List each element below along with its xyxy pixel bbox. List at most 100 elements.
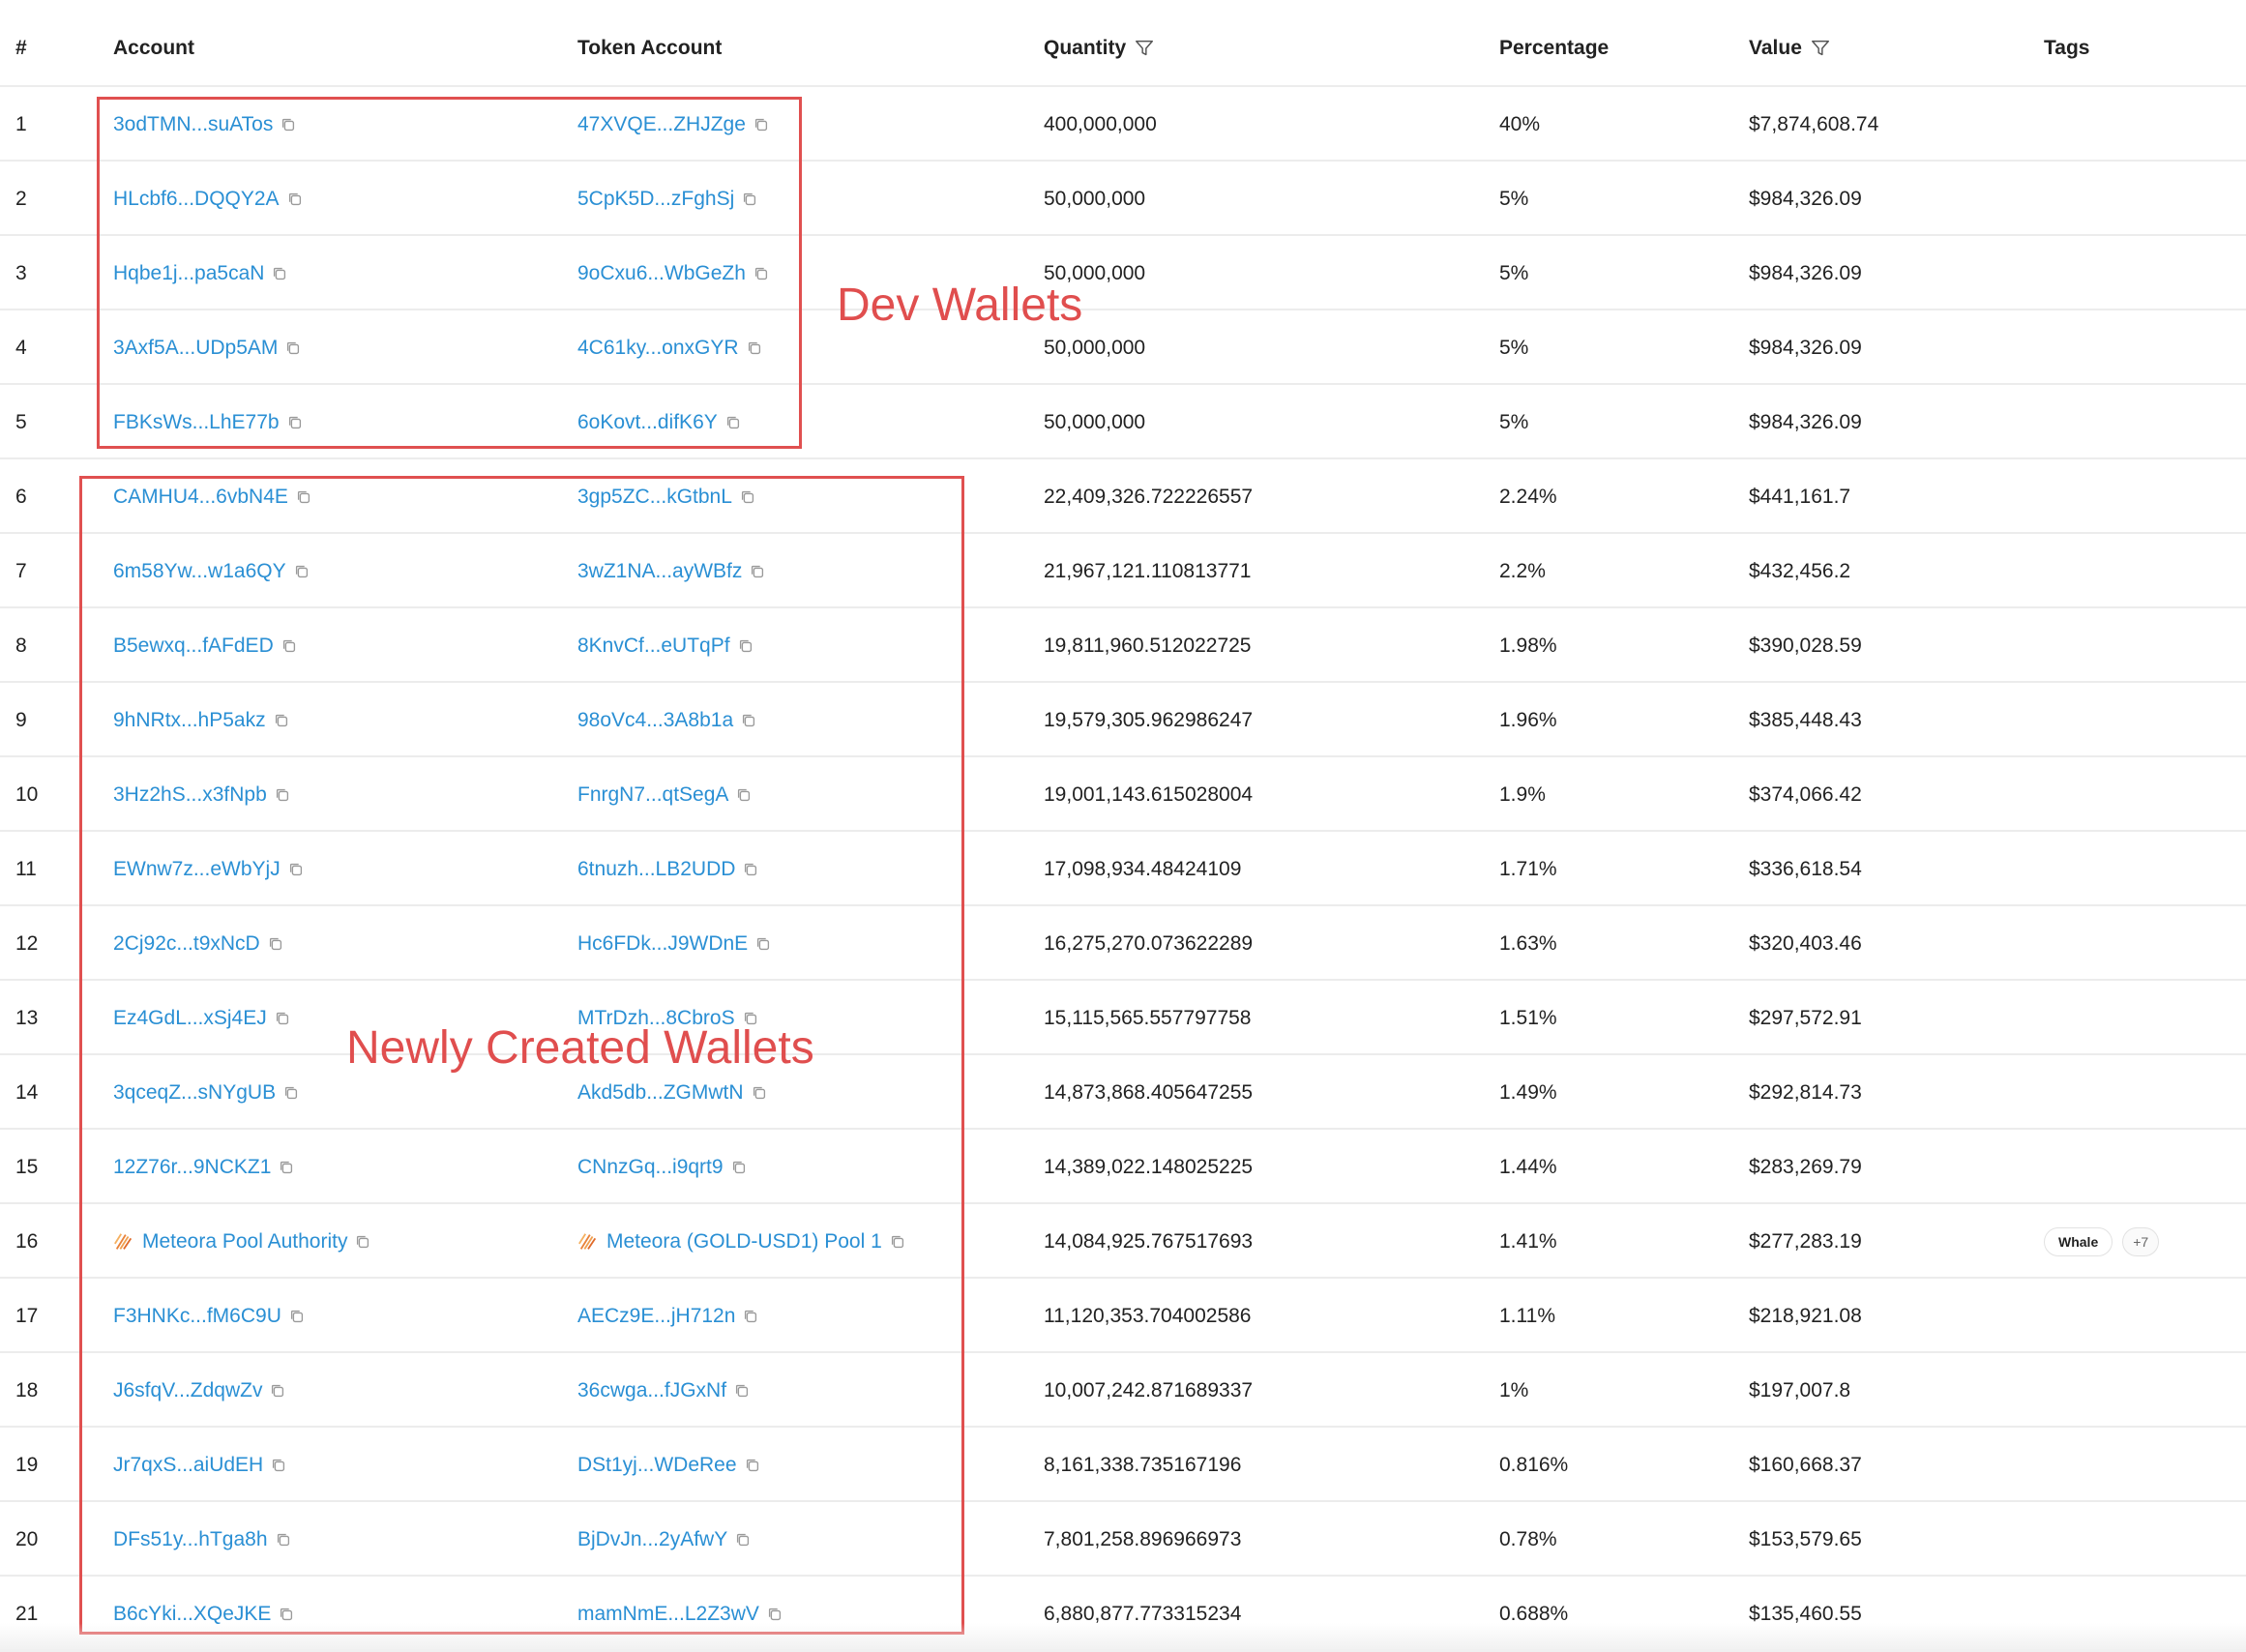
copy-icon[interactable] bbox=[754, 935, 772, 953]
account-link[interactable]: HLcbf6...DQQY2A bbox=[113, 188, 280, 211]
copy-icon[interactable] bbox=[724, 414, 742, 431]
token-account-link[interactable]: 5CpK5D...zFghSj bbox=[577, 188, 734, 211]
copy-icon[interactable] bbox=[269, 1382, 286, 1400]
copy-icon[interactable] bbox=[267, 935, 284, 953]
copy-icon[interactable] bbox=[741, 191, 758, 208]
token-account-link[interactable]: 6oKovt...difK6Y bbox=[577, 411, 718, 434]
account-link[interactable]: DFs51y...hTga8h bbox=[113, 1528, 268, 1551]
percentage-cell: 5% bbox=[1499, 261, 1529, 284]
token-account-link[interactable]: AECz9E...jH712n bbox=[577, 1305, 735, 1328]
token-account-link[interactable]: DSt1yj...WDeRee bbox=[577, 1454, 737, 1477]
token-account-link[interactable]: Meteora (GOLD-USD1) Pool 1 bbox=[606, 1230, 882, 1254]
account-cell: 3Hz2hS...x3fNpb bbox=[113, 757, 291, 832]
account-link[interactable]: 3odTMN...suATos bbox=[113, 113, 273, 136]
copy-icon[interactable] bbox=[730, 1159, 748, 1176]
copy-icon[interactable] bbox=[751, 1084, 768, 1102]
token-account-cell: AECz9E...jH712n bbox=[577, 1279, 759, 1353]
account-link[interactable]: 3Axf5A...UDp5AM bbox=[113, 337, 278, 360]
rank-cell: 12 bbox=[15, 931, 39, 955]
account-link[interactable]: J6sfqV...ZdqwZv bbox=[113, 1379, 262, 1402]
account-link[interactable]: FBKsWs...LhE77b bbox=[113, 411, 280, 434]
copy-icon[interactable] bbox=[293, 563, 310, 580]
account-link[interactable]: 9hNRtx...hP5akz bbox=[113, 709, 266, 732]
copy-icon[interactable] bbox=[740, 712, 757, 729]
account-link[interactable]: B5ewxq...fAFdED bbox=[113, 634, 274, 658]
copy-icon[interactable] bbox=[746, 339, 763, 357]
account-link[interactable]: 2Cj92c...t9xNcD bbox=[113, 932, 260, 956]
copy-icon[interactable] bbox=[733, 1382, 751, 1400]
token-account-link[interactable]: mamNmE...L2Z3wV bbox=[577, 1603, 759, 1626]
percentage-cell: 5% bbox=[1499, 410, 1529, 433]
tag-badge[interactable]: Whale bbox=[2044, 1226, 2113, 1256]
copy-icon[interactable] bbox=[273, 712, 290, 729]
account-link[interactable]: EWnw7z...eWbYjJ bbox=[113, 858, 281, 881]
token-account-link[interactable]: 36cwga...fJGxNf bbox=[577, 1379, 726, 1402]
rank-cell: 14 bbox=[15, 1080, 39, 1104]
copy-icon[interactable] bbox=[753, 265, 770, 282]
account-link[interactable]: Jr7qxS...aiUdEH bbox=[113, 1454, 263, 1477]
col-header-tags: Tags bbox=[2044, 37, 2090, 59]
col-header-quantity[interactable]: Quantity bbox=[1044, 0, 1155, 87]
account-link[interactable]: 3Hz2hS...x3fNpb bbox=[113, 783, 267, 807]
filter-icon[interactable] bbox=[1134, 38, 1155, 59]
copy-icon[interactable] bbox=[735, 786, 753, 804]
copy-icon[interactable] bbox=[734, 1531, 752, 1549]
copy-icon[interactable] bbox=[766, 1606, 783, 1623]
copy-icon[interactable] bbox=[270, 1457, 287, 1474]
account-link[interactable]: 12Z76r...9NCKZ1 bbox=[113, 1156, 271, 1179]
copy-icon[interactable] bbox=[749, 563, 766, 580]
copy-icon[interactable] bbox=[753, 116, 770, 133]
quantity-cell: 19,001,143.615028004 bbox=[1044, 782, 1254, 806]
copy-icon[interactable] bbox=[275, 1531, 292, 1549]
token-account-link[interactable]: 98oVc4...3A8b1a bbox=[577, 709, 733, 732]
token-account-link[interactable]: 47XVQE...ZHJZge bbox=[577, 113, 746, 136]
token-account-link[interactable]: 3wZ1NA...ayWBfz bbox=[577, 560, 742, 583]
token-account-link[interactable]: 8KnvCf...eUTqPf bbox=[577, 634, 730, 658]
account-link[interactable]: Hqbe1j...pa5caN bbox=[113, 262, 264, 285]
account-link[interactable]: 6m58Yw...w1a6QY bbox=[113, 560, 286, 583]
token-account-link[interactable]: 9oCxu6...WbGeZh bbox=[577, 262, 746, 285]
copy-icon[interactable] bbox=[278, 1159, 295, 1176]
copy-icon[interactable] bbox=[282, 1084, 300, 1102]
account-link[interactable]: CAMHU4...6vbN4E bbox=[113, 486, 288, 509]
account-link[interactable]: Meteora Pool Authority bbox=[142, 1230, 347, 1254]
copy-icon[interactable] bbox=[286, 414, 304, 431]
account-link[interactable]: 3qceqZ...sNYgUB bbox=[113, 1081, 276, 1105]
account-cell: 3Axf5A...UDp5AM bbox=[113, 310, 302, 385]
token-account-link[interactable]: Hc6FDk...J9WDnE bbox=[577, 932, 748, 956]
copy-icon[interactable] bbox=[274, 1010, 291, 1027]
copy-icon[interactable] bbox=[274, 786, 291, 804]
account-link[interactable]: Ez4GdL...xSj4EJ bbox=[113, 1007, 267, 1030]
copy-icon[interactable] bbox=[281, 637, 298, 655]
copy-icon[interactable] bbox=[744, 1457, 761, 1474]
copy-icon[interactable] bbox=[889, 1233, 906, 1251]
copy-icon[interactable] bbox=[278, 1606, 295, 1623]
copy-icon[interactable] bbox=[742, 861, 759, 878]
account-link[interactable]: B6cYki...XQeJKE bbox=[113, 1603, 271, 1626]
col-header-value[interactable]: Value bbox=[1749, 0, 1831, 87]
account-link[interactable]: F3HNKc...fM6C9U bbox=[113, 1305, 281, 1328]
table-row: 4 3Axf5A...UDp5AM 4C61ky...onxGYR 50,000,00… bbox=[0, 310, 2246, 385]
token-account-link[interactable]: BjDvJn...2yAfwY bbox=[577, 1528, 727, 1551]
token-account-link[interactable]: 6tnuzh...LB2UDD bbox=[577, 858, 735, 881]
copy-icon[interactable] bbox=[288, 1308, 306, 1325]
token-account-link[interactable]: 3gp5ZC...kGtbnL bbox=[577, 486, 732, 509]
copy-icon[interactable] bbox=[284, 339, 302, 357]
copy-icon[interactable] bbox=[742, 1308, 759, 1325]
copy-icon[interactable] bbox=[739, 488, 756, 506]
copy-icon[interactable] bbox=[286, 191, 304, 208]
copy-icon[interactable] bbox=[737, 637, 754, 655]
more-tags-badge[interactable]: +7 bbox=[2122, 1226, 2160, 1256]
token-account-link[interactable]: FnrgN7...qtSegA bbox=[577, 783, 728, 807]
token-account-link[interactable]: 4C61ky...onxGYR bbox=[577, 337, 739, 360]
token-account-cell: BjDvJn...2yAfwY bbox=[577, 1502, 752, 1577]
copy-icon[interactable] bbox=[280, 116, 297, 133]
copy-icon[interactable] bbox=[354, 1233, 371, 1251]
value-cell: $336,618.54 bbox=[1749, 857, 1862, 880]
copy-icon[interactable] bbox=[295, 488, 312, 506]
copy-icon[interactable] bbox=[271, 265, 288, 282]
filter-icon[interactable] bbox=[1810, 38, 1831, 59]
copy-icon[interactable] bbox=[287, 861, 305, 878]
token-account-link[interactable]: Akd5db...ZGMwtN bbox=[577, 1081, 744, 1105]
token-account-link[interactable]: CNnzGq...i9qrt9 bbox=[577, 1156, 724, 1179]
